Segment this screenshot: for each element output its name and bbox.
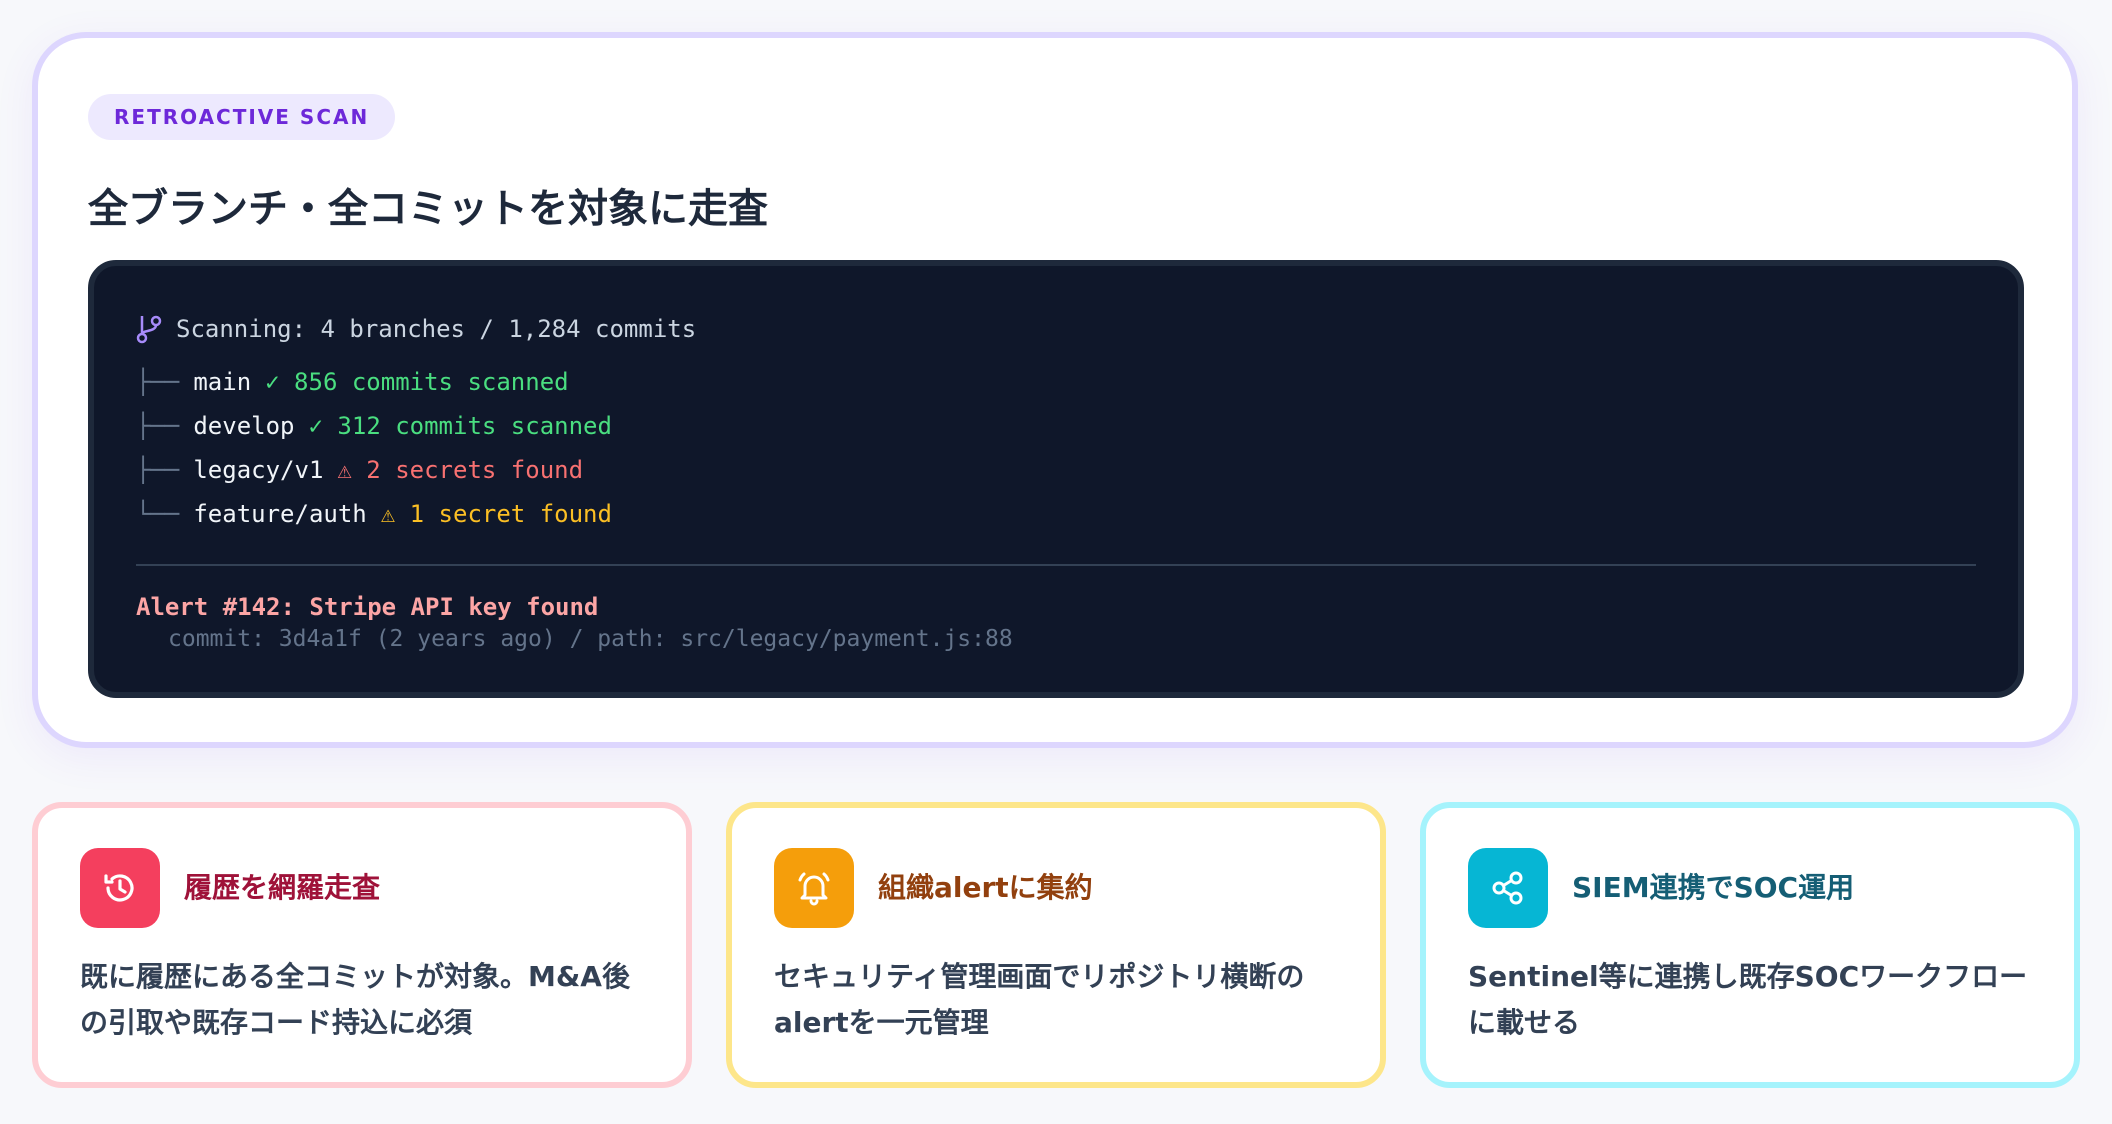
- feature-card-alert: 組織alertに集約 セキュリティ管理画面でリポジトリ横断のalertを一元管理: [726, 802, 1386, 1088]
- branch-row-feature-auth: └── feature/auth ⚠ 1 secret found: [136, 492, 1976, 536]
- branch-name: develop: [193, 412, 295, 440]
- branch-row-develop: ├── develop ✓ 312 commits scanned: [136, 404, 1976, 448]
- retroactive-scan-panel: RETROACTIVE SCAN 全ブランチ・全コミットを対象に走査 Scann…: [32, 32, 2078, 748]
- branch-name: feature/auth: [193, 500, 367, 528]
- branch-status: ✓ 312 commits scanned: [308, 412, 612, 440]
- branch-status: ⚠ 1 secret found: [380, 500, 612, 528]
- page-title: 全ブランチ・全コミットを対象に走査: [88, 186, 768, 232]
- card-title: 履歴を網羅走査: [184, 871, 381, 904]
- terminal-divider: [136, 564, 1976, 566]
- card-description: セキュリティ管理画面でリポジトリ横断のalertを一元管理: [774, 960, 1305, 1039]
- card-description: 既に履歴にある全コミットが対象。M&A後の引取や既存コード持込に必須: [80, 960, 630, 1039]
- bell-icon: [774, 848, 854, 928]
- branch-name: legacy/v1: [193, 456, 324, 484]
- history-icon: [80, 848, 160, 928]
- section-badge: RETROACTIVE SCAN: [88, 94, 396, 140]
- card-title: SIEM連携でSOC運用: [1572, 871, 1855, 904]
- share-icon: [1468, 848, 1548, 928]
- branch-row-legacy: ├── legacy/v1 ⚠ 2 secrets found: [136, 448, 1976, 492]
- tree-prefix: ├──: [136, 412, 180, 440]
- scan-summary-text: Scanning: 4 branches / 1,284 commits: [176, 315, 697, 343]
- branch-status: ⚠ 2 secrets found: [337, 456, 584, 484]
- alert-meta: commit: 3d4a1f (2 years ago) / path: src…: [168, 626, 1013, 652]
- card-title: 組織alertに集約: [878, 871, 1093, 904]
- branch-status: ✓ 856 commits scanned: [265, 368, 569, 396]
- branch-row-main: ├── main ✓ 856 commits scanned: [136, 360, 1976, 404]
- tree-prefix: └──: [136, 500, 180, 528]
- tree-prefix: ├──: [136, 368, 180, 396]
- branch-name: main: [193, 368, 252, 396]
- scan-summary-line: Scanning: 4 branches / 1,284 commits: [136, 312, 1976, 346]
- feature-card-history: 履歴を網羅走査 既に履歴にある全コミットが対象。M&A後の引取や既存コード持込に…: [32, 802, 692, 1088]
- feature-card-siem: SIEM連携でSOC運用 Sentinel等に連携し既存SOCワークフローに載せ…: [1420, 802, 2080, 1088]
- card-description: Sentinel等に連携し既存SOCワークフローに載せる: [1468, 960, 2028, 1039]
- git-branch-icon: [136, 315, 162, 344]
- alert-title: Alert #142: Stripe API key found: [136, 593, 599, 621]
- tree-prefix: ├──: [136, 456, 180, 484]
- scan-terminal: Scanning: 4 branches / 1,284 commits ├──…: [88, 260, 2024, 698]
